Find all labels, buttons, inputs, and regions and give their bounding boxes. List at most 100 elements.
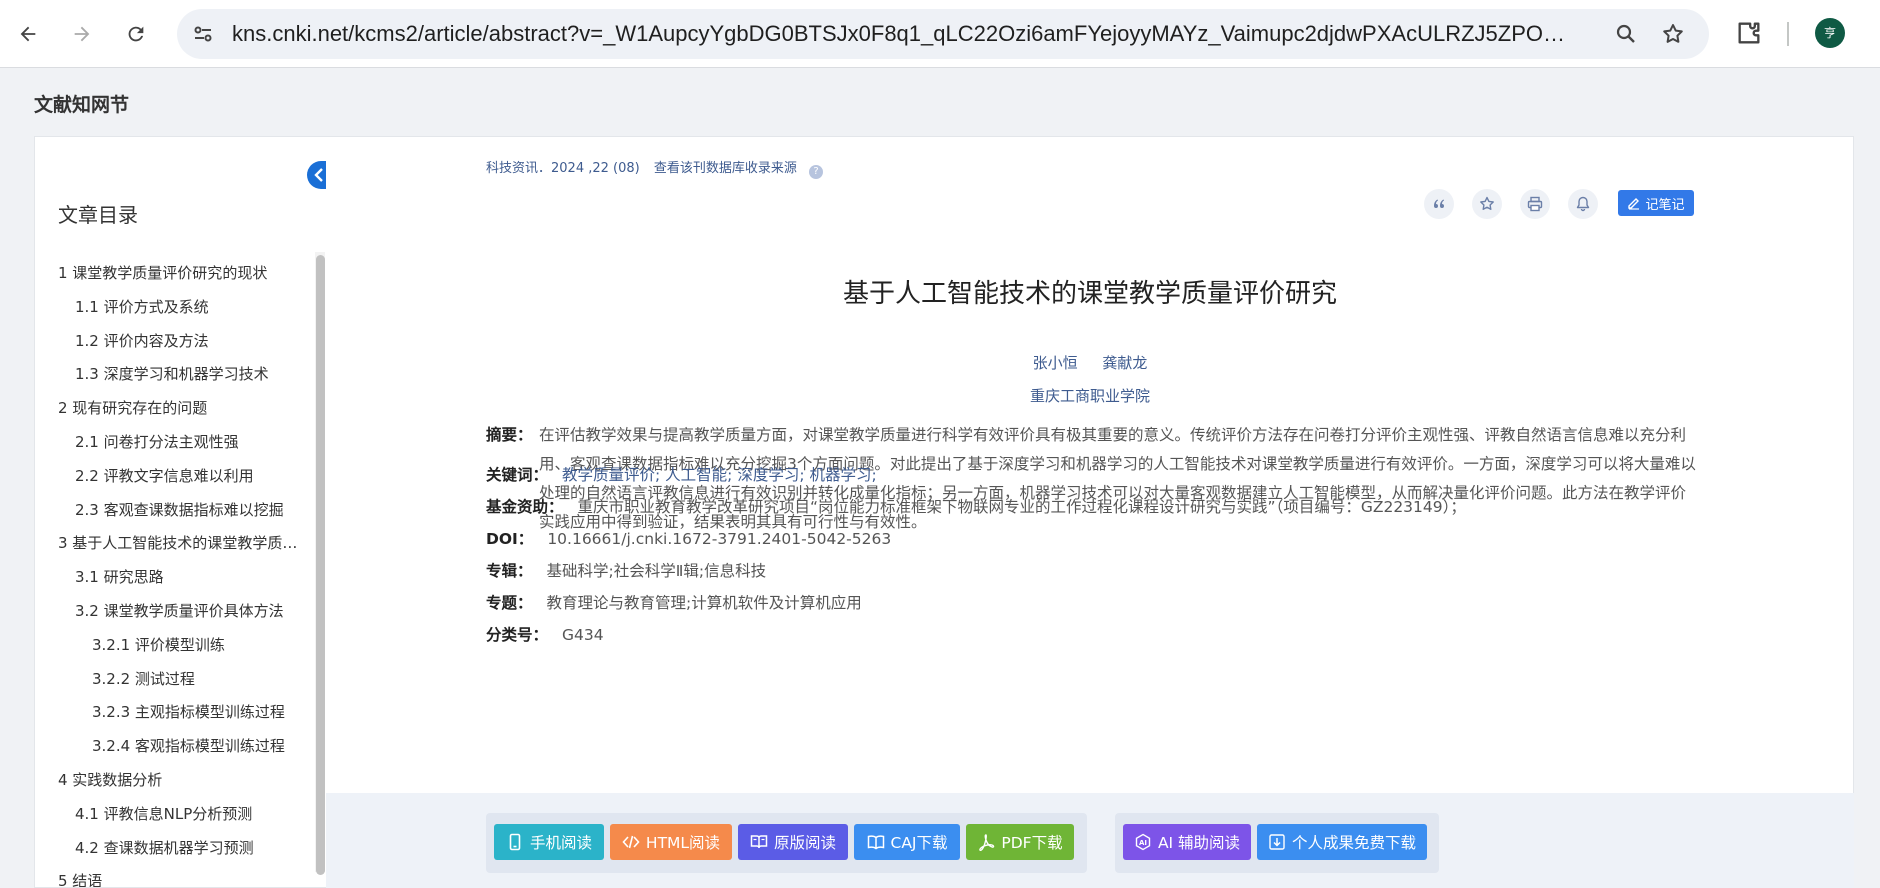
reload-button[interactable]	[116, 14, 156, 54]
help-icon[interactable]: ?	[809, 165, 824, 179]
take-note-label: 记笔记	[1645, 197, 1685, 213]
affiliation-link[interactable]: 重庆工商职业学院	[486, 385, 1694, 406]
personal-download-label: 个人成果免费下载	[1291, 834, 1416, 852]
fund-label: 基金资助：	[486, 498, 564, 516]
doi-row: DOI： 10.16661/j.cnki.1672-3791.2401-5042-…	[486, 527, 891, 549]
journal-source: 科技资讯．2024 ,22 (08) 查看该刊数据库收录来源 ?	[486, 157, 824, 179]
toc-item[interactable]: 2.3 客观查课数据指标难以挖掘	[35, 494, 305, 528]
doi-value: 10.16661/j.cnki.1672-3791.2401-5042-5263	[547, 530, 892, 548]
address-bar[interactable]: kns.cnki.net/kcms2/article/abstract?v=_W…	[177, 9, 1709, 59]
cite-button[interactable]	[1424, 189, 1454, 219]
article-title: 基于人工智能技术的课堂教学质量评价研究	[842, 279, 1337, 309]
abstract-label: 摘要：	[486, 426, 533, 444]
toc-title: 文章目录	[58, 203, 138, 227]
original-read-button[interactable]: 原版阅读	[738, 824, 848, 860]
site-title: 文献知网节	[34, 94, 130, 116]
url-host: kns.cnki.net	[232, 21, 349, 46]
topic-value: 教育理论与教育管理;计算机软件及计算机应用	[546, 594, 862, 612]
keywords-label: 关键词：	[486, 466, 549, 484]
profile-avatar[interactable]: 亨	[1815, 18, 1845, 48]
bell-icon	[1576, 196, 1590, 212]
toc-scrollbar-thumb[interactable]	[316, 255, 325, 875]
toc-sidebar: 文章目录 1 课堂教学质量评价研究的现状 1.1 评价方式及系统 1.2 评价内容及…	[34, 136, 326, 888]
bookmark-star-icon[interactable]	[1661, 22, 1685, 46]
toc-item[interactable]: 3.2 课堂教学质量评价具体方法	[35, 595, 305, 629]
keywords-row: 关键词： 教学质量评价; 人工智能; 深度学习; 机器学习;	[486, 463, 877, 485]
toc-item[interactable]: 1.1 评价方式及系统	[35, 291, 305, 325]
download-icon	[1269, 834, 1285, 850]
pdf-download-button[interactable]: PDF下载	[966, 824, 1074, 860]
classification-value: G434	[562, 626, 604, 644]
svg-text:AI: AI	[1139, 839, 1147, 847]
arrow-right-icon	[74, 26, 90, 42]
keywords-links[interactable]: 教学质量评价; 人工智能; 深度学习; 机器学习;	[562, 466, 877, 484]
pdf-download-label: PDF下载	[1001, 834, 1063, 852]
phone-icon	[509, 833, 521, 851]
read-download-group: 手机阅读 HTML阅读 原版阅读 CAJ下载 PDF下载	[486, 813, 1087, 873]
toc-item[interactable]: 4.2 查课数据机器学习预测	[35, 832, 305, 866]
toc-item[interactable]: 3 基于人工智能技术的课堂教学质量...	[35, 527, 305, 561]
author-link[interactable]: 龚献龙	[1102, 354, 1147, 372]
back-button[interactable]	[8, 14, 48, 54]
caj-download-button[interactable]: CAJ下载	[854, 824, 960, 860]
toc-item[interactable]: 2 现有研究存在的问题	[35, 392, 305, 426]
toc-item[interactable]: 3.1 研究思路	[35, 561, 305, 595]
forward-button[interactable]	[62, 14, 102, 54]
toc-item[interactable]: 1.2 评价内容及方法	[35, 325, 305, 359]
caj-download-label: CAJ下载	[890, 834, 948, 852]
personal-download-button[interactable]: 个人成果免费下载	[1257, 824, 1427, 860]
toc-item[interactable]: 1 课堂教学质量评价研究的现状	[35, 257, 305, 291]
printer-icon	[1527, 196, 1543, 212]
ai-read-label: AI 辅助阅读	[1157, 834, 1241, 852]
zoom-search-icon[interactable]	[1614, 22, 1638, 46]
alert-button[interactable]	[1568, 189, 1598, 219]
pdf-icon	[979, 834, 995, 851]
journal-source-text[interactable]: 科技资讯．2024 ,22 (08)	[486, 161, 640, 176]
ai-read-button[interactable]: AI AI 辅助阅读	[1123, 824, 1251, 860]
html-read-label: HTML阅读	[645, 834, 721, 852]
toc-item[interactable]: 5 结语	[35, 865, 305, 887]
url-path: /kcms2/article/abstract?v=_W1AupcyYgbDG0…	[348, 21, 1572, 46]
author-list: 张小恒 龚献龙	[486, 352, 1694, 373]
take-note-button[interactable]: 记笔记	[1618, 190, 1694, 216]
arrow-left-icon	[20, 26, 36, 42]
toc-item[interactable]: 3.2.3 主观指标模型训练过程	[35, 696, 305, 730]
original-read-label: 原版阅读	[773, 834, 836, 852]
toc-item[interactable]: 4 实践数据分析	[35, 764, 305, 798]
mobile-read-label: 手机阅读	[529, 834, 592, 852]
topic-label: 专题：	[486, 594, 533, 612]
database-source-link[interactable]: 查看该刊数据库收录来源	[654, 161, 797, 176]
series-value: 基础科学;社会科学Ⅱ辑;信息科技	[546, 562, 767, 580]
classification-row: 分类号： G434	[486, 623, 604, 645]
author-link[interactable]: 张小恒	[1033, 354, 1078, 372]
book-open-icon	[750, 835, 768, 849]
topic-row: 专题： 教育理论与教育管理;计算机软件及计算机应用	[486, 591, 862, 613]
extensions-puzzle-icon[interactable]	[1735, 19, 1763, 47]
mobile-read-button[interactable]: 手机阅读	[494, 824, 604, 860]
series-label: 专辑：	[486, 562, 533, 580]
site-settings-icon[interactable]	[191, 22, 215, 46]
favorite-button[interactable]	[1472, 189, 1502, 219]
fund-row: 基金资助： 重庆市职业教育教学改革研究项目“岗位能力标准框架下物联网专业的工作过程…	[486, 495, 1466, 517]
star-icon	[1480, 196, 1494, 210]
toc-item[interactable]: 4.1 评教信息NLP分析预测	[35, 798, 305, 832]
article-panel: 科技资讯．2024 ,22 (08) 查看该刊数据库收录来源 ? 记笔记 基于人…	[326, 136, 1854, 888]
toc-item[interactable]: 1.3 深度学习和机器学习技术	[35, 358, 305, 392]
quote-icon	[1434, 199, 1444, 208]
toc-item[interactable]: 2.1 问卷打分法主观性强	[35, 426, 305, 460]
toc-item[interactable]: 3.2.2 测试过程	[35, 663, 305, 697]
toc-item[interactable]: 2.2 评教文字信息难以利用	[35, 460, 305, 494]
toc-list: 1 课堂教学质量评价研究的现状 1.1 评价方式及系统 1.2 评价内容及方法 1.3…	[35, 257, 305, 887]
url-text[interactable]: kns.cnki.net/kcms2/article/abstract?v=_W…	[232, 9, 1572, 59]
action-bar: 手机阅读 HTML阅读 原版阅读 CAJ下载 PDF下载 AI AI 辅助阅读 …	[326, 793, 1854, 888]
ai-group: AI AI 辅助阅读 个人成果免费下载	[1115, 813, 1439, 873]
code-icon	[622, 835, 640, 849]
pencil-icon	[1628, 198, 1640, 210]
html-read-button[interactable]: HTML阅读	[610, 824, 732, 860]
ai-badge-icon: AI	[1135, 833, 1151, 851]
print-button[interactable]	[1520, 189, 1550, 219]
toc-item[interactable]: 3.2.4 客观指标模型训练过程	[35, 730, 305, 764]
toc-item[interactable]: 3.2.1 评价模型训练	[35, 629, 305, 663]
doi-label: DOI：	[486, 530, 534, 548]
classification-label: 分类号：	[486, 626, 549, 644]
